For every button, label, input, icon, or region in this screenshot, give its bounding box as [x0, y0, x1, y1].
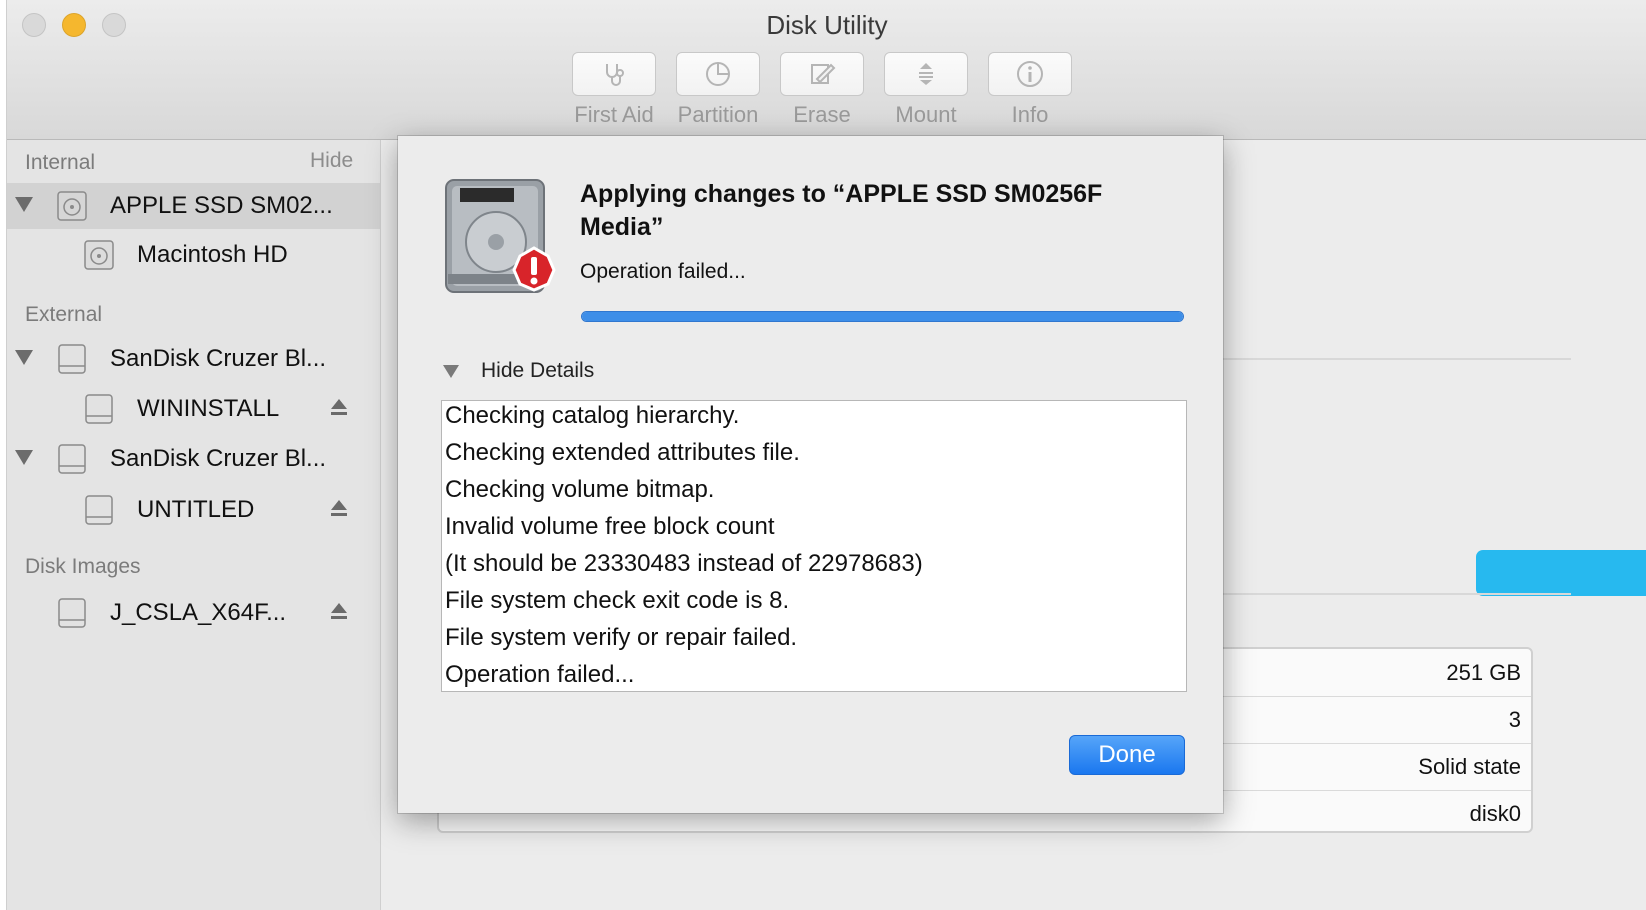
eject-icon[interactable]	[331, 603, 347, 619]
details-log[interactable]: Checking catalog hierarchy. Checking ext…	[441, 400, 1187, 692]
sidebar: Internal Hide APPLE SSD SM02... Macintos…	[7, 140, 381, 910]
progress-bar	[581, 311, 1184, 322]
eject-icon[interactable]	[331, 500, 347, 516]
window-title: Disk Utility	[766, 10, 888, 40]
sheet-title: Applying changes to “APPLE SSD SM0256F M…	[580, 180, 1103, 241]
mount-icon	[919, 63, 933, 85]
sidebar-item-macintosh-hd[interactable]: Macintosh HD	[7, 232, 380, 278]
sidebar-item-label: SanDisk Cruzer Bl...	[110, 345, 327, 372]
disclosure-triangle-icon[interactable]	[15, 450, 33, 465]
info-value: Solid state	[1418, 754, 1521, 779]
toolbar: First Aid Partition Erase Mount Info	[572, 52, 1072, 128]
sheet-status: Operation failed...	[580, 260, 746, 283]
info-label: Info	[1011, 102, 1049, 127]
hide-details-toggle[interactable]: Hide Details	[443, 359, 594, 383]
external-disk-icon	[58, 344, 86, 374]
partition-icon-button[interactable]	[676, 52, 760, 96]
info-icon-button[interactable]	[988, 52, 1072, 96]
log-line: File system verify or repair failed.	[445, 624, 798, 651]
partition-button[interactable]: Partition	[676, 52, 760, 128]
sidebar-item-apple-ssd[interactable]: APPLE SSD SM02...	[7, 183, 380, 229]
pie-chart-icon	[706, 62, 730, 86]
first-aid-sheet: Applying changes to “APPLE SSD SM0256F M…	[398, 136, 1223, 813]
info-value: 251 GB	[1446, 660, 1521, 685]
sidebar-item-label: SanDisk Cruzer Bl...	[110, 445, 327, 472]
external-volume-icon	[85, 495, 113, 525]
sidebar-item-untitled[interactable]: UNTITLED	[7, 487, 380, 533]
sidebar-item-label: APPLE SSD SM02...	[110, 192, 333, 219]
eject-icon[interactable]	[331, 399, 347, 415]
progress-fill	[582, 312, 1183, 321]
partition-label: Partition	[677, 102, 759, 127]
log-line: File system check exit code is 8.	[445, 587, 790, 614]
usage-bar	[1476, 550, 1646, 596]
disk-utility-window: Disk Utility First Aid Partition Erase M…	[6, 0, 1646, 910]
info-value: 3	[1508, 707, 1521, 732]
disk-image-icon	[58, 598, 86, 628]
sidebar-item-wininstall[interactable]: WININSTALL	[7, 386, 380, 432]
log-line: Checking extended attributes file.	[445, 439, 800, 466]
hide-details-label: Hide Details	[481, 359, 595, 382]
mount-icon-button[interactable]	[884, 52, 968, 96]
done-button[interactable]: Done	[1069, 735, 1185, 775]
title-bar: Disk Utility First Aid Partition Erase M…	[7, 0, 1646, 140]
first-aid-button[interactable]: First Aid	[572, 52, 656, 128]
external-disk-icon	[58, 444, 86, 474]
sidebar-heading-internal: Internal	[25, 151, 96, 174]
sidebar-heading-external: External	[25, 303, 103, 326]
erase-icon-button[interactable]	[780, 52, 864, 96]
mount-label: Mount	[895, 102, 957, 127]
disclosure-triangle-icon[interactable]	[15, 350, 33, 365]
sidebar-item-disk-image[interactable]: J_CSLA_X64F...	[7, 590, 380, 636]
log-line: Operation failed...	[445, 661, 635, 688]
internal-disk-icon	[57, 191, 87, 221]
pencil-eraser-icon	[811, 63, 836, 84]
disclosure-triangle-icon[interactable]	[15, 197, 33, 212]
sidebar-item-label: Macintosh HD	[137, 241, 288, 268]
log-line: Checking catalog hierarchy.	[445, 402, 740, 429]
sidebar-item-sandisk-1[interactable]: SanDisk Cruzer Bl...	[7, 336, 380, 382]
sidebar-heading-disk-images: Disk Images	[25, 555, 141, 578]
hide-link[interactable]: Hide	[310, 149, 353, 173]
log-line: Checking volume bitmap.	[445, 476, 715, 503]
sidebar-item-label: J_CSLA_X64F...	[110, 599, 287, 626]
sidebar-item-label: UNTITLED	[137, 496, 255, 523]
hard-drive-warning-icon	[445, 179, 556, 293]
sidebar-item-label: WININSTALL	[137, 395, 280, 422]
log-line: Invalid volume free block count	[445, 513, 775, 540]
first-aid-icon-button[interactable]	[572, 52, 656, 96]
info-icon	[1017, 61, 1043, 87]
disclosure-triangle-icon[interactable]	[443, 364, 459, 378]
stethoscope-icon	[606, 64, 624, 86]
mount-button[interactable]: Mount	[884, 52, 968, 128]
external-volume-icon	[85, 394, 113, 424]
erase-button[interactable]: Erase	[780, 52, 864, 128]
info-button[interactable]: Info	[988, 52, 1072, 128]
sidebar-item-sandisk-2[interactable]: SanDisk Cruzer Bl...	[7, 436, 380, 482]
erase-label: Erase	[793, 102, 851, 127]
first-aid-label: First Aid	[574, 102, 654, 127]
log-line: (It should be 23330483 instead of 229786…	[445, 550, 923, 577]
internal-volume-icon	[84, 240, 114, 270]
info-value: disk0	[1469, 801, 1521, 826]
